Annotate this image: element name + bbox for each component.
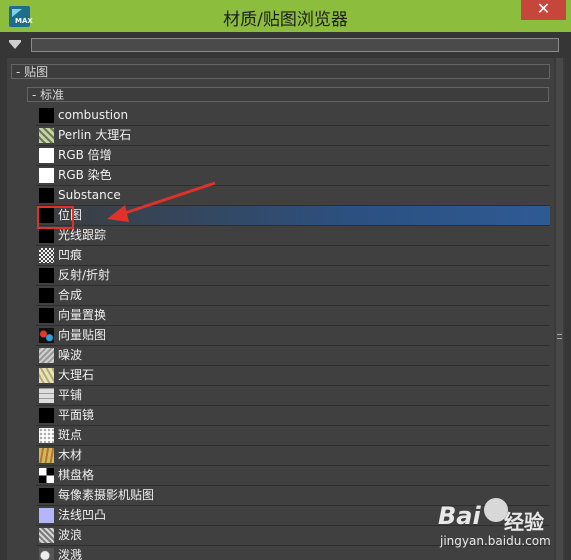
watermark-logo-suffix: 经验 <box>504 510 544 534</box>
scrollbar-grip-icon <box>557 334 562 339</box>
map-list-item[interactable]: 合成 <box>36 286 550 306</box>
map-list-item[interactable]: combustion <box>36 106 550 126</box>
annotation-arrow <box>107 181 216 222</box>
map-item-label: 波浪 <box>58 528 83 542</box>
map-item-label: 凹痕 <box>58 248 83 262</box>
map-swatch-icon <box>39 348 54 363</box>
map-item-label: 平铺 <box>58 388 83 402</box>
map-list-item[interactable]: 大理石 <box>36 366 550 386</box>
map-item-label: Perlin 大理石 <box>58 128 132 142</box>
map-item-label: 大理石 <box>58 368 95 382</box>
map-item-label: 泼溅 <box>58 548 83 560</box>
map-list-item[interactable]: 光线跟踪 <box>36 226 550 246</box>
map-swatch-icon <box>39 528 54 543</box>
map-item-label: 向量贴图 <box>58 328 107 342</box>
window-title: 材质/贴图浏览器 <box>223 10 348 30</box>
map-item-label: RGB 染色 <box>58 168 112 182</box>
close-button[interactable]: ✕ <box>521 0 566 20</box>
map-item-label: 平面镜 <box>58 408 95 422</box>
map-item-label: combustion <box>58 108 129 122</box>
group-header-standard[interactable]: - 标准 <box>27 87 549 102</box>
title-bar: MAX 材质/贴图浏览器 ✕ <box>0 0 571 32</box>
map-list-item[interactable]: 反射/折射 <box>36 266 550 286</box>
map-list-item[interactable]: Perlin 大理石 <box>36 126 550 146</box>
map-swatch-icon <box>39 288 54 303</box>
baidu-jingyan-watermark: Bai 经验 jingyan.baidu.com <box>410 492 570 557</box>
map-item-label: 光线跟踪 <box>58 228 107 242</box>
map-swatch-icon <box>39 328 54 343</box>
close-icon: ✕ <box>536 0 551 18</box>
map-item-label: 合成 <box>58 288 83 302</box>
map-list-item[interactable]: 棋盘格 <box>36 466 550 486</box>
map-list-item[interactable]: 向量置换 <box>36 306 550 326</box>
map-swatch-icon <box>39 128 54 143</box>
map-swatch-icon <box>39 228 54 243</box>
map-swatch-icon <box>39 488 54 503</box>
map-item-label: 向量置换 <box>58 308 107 322</box>
search-toolbar <box>4 36 565 56</box>
map-swatch-icon <box>39 268 54 283</box>
map-list-item[interactable]: 木材 <box>36 446 550 466</box>
map-swatch-icon <box>39 448 54 463</box>
watermark-url: jingyan.baidu.com <box>440 534 551 548</box>
map-swatch-icon <box>39 508 54 523</box>
map-swatch-icon <box>39 188 54 203</box>
map-list-item[interactable]: 平铺 <box>36 386 550 406</box>
search-input[interactable] <box>31 38 559 52</box>
scrollbar-thumb[interactable] <box>556 58 563 560</box>
map-list-item[interactable]: 噪波 <box>36 346 550 366</box>
map-tree-panel: - 贴图 - 标准 combustion Perlin 大理石 RGB 倍增 RGB … <box>7 58 554 560</box>
map-swatch-icon <box>39 308 54 323</box>
map-swatch-icon <box>39 368 54 383</box>
map-swatch-icon <box>39 148 54 163</box>
map-swatch-icon <box>39 168 54 183</box>
map-list-item[interactable]: RGB 倍增 <box>36 146 550 166</box>
map-list-item[interactable]: 凹痕 <box>36 246 550 266</box>
map-swatch-icon <box>39 408 54 423</box>
map-list-item[interactable]: 平面镜 <box>36 406 550 426</box>
map-swatch-icon <box>39 468 54 483</box>
vertical-scrollbar[interactable] <box>554 58 565 560</box>
map-item-label: 斑点 <box>58 428 83 442</box>
annotation-highlight-box <box>37 206 74 229</box>
map-swatch-icon <box>39 248 54 263</box>
map-item-label: 噪波 <box>58 348 83 362</box>
map-swatch-icon <box>39 388 54 403</box>
map-list-item[interactable]: 斑点 <box>36 426 550 446</box>
map-item-label: 反射/折射 <box>58 268 111 282</box>
watermark-logo: Bai <box>438 502 481 530</box>
map-item-label: RGB 倍增 <box>58 148 112 162</box>
map-item-label: 法线凹凸 <box>58 508 107 522</box>
map-item-label: 木材 <box>58 448 83 462</box>
filter-dropdown-icon[interactable] <box>8 39 22 53</box>
map-swatch-icon <box>39 108 54 123</box>
map-swatch-icon <box>39 548 54 560</box>
group-header-maps[interactable]: - 贴图 <box>11 64 550 79</box>
map-list-item[interactable]: 向量贴图 <box>36 326 550 346</box>
map-item-label: 棋盘格 <box>58 468 95 482</box>
map-swatch-icon <box>39 428 54 443</box>
map-item-label: 每像素摄影机贴图 <box>58 488 155 502</box>
